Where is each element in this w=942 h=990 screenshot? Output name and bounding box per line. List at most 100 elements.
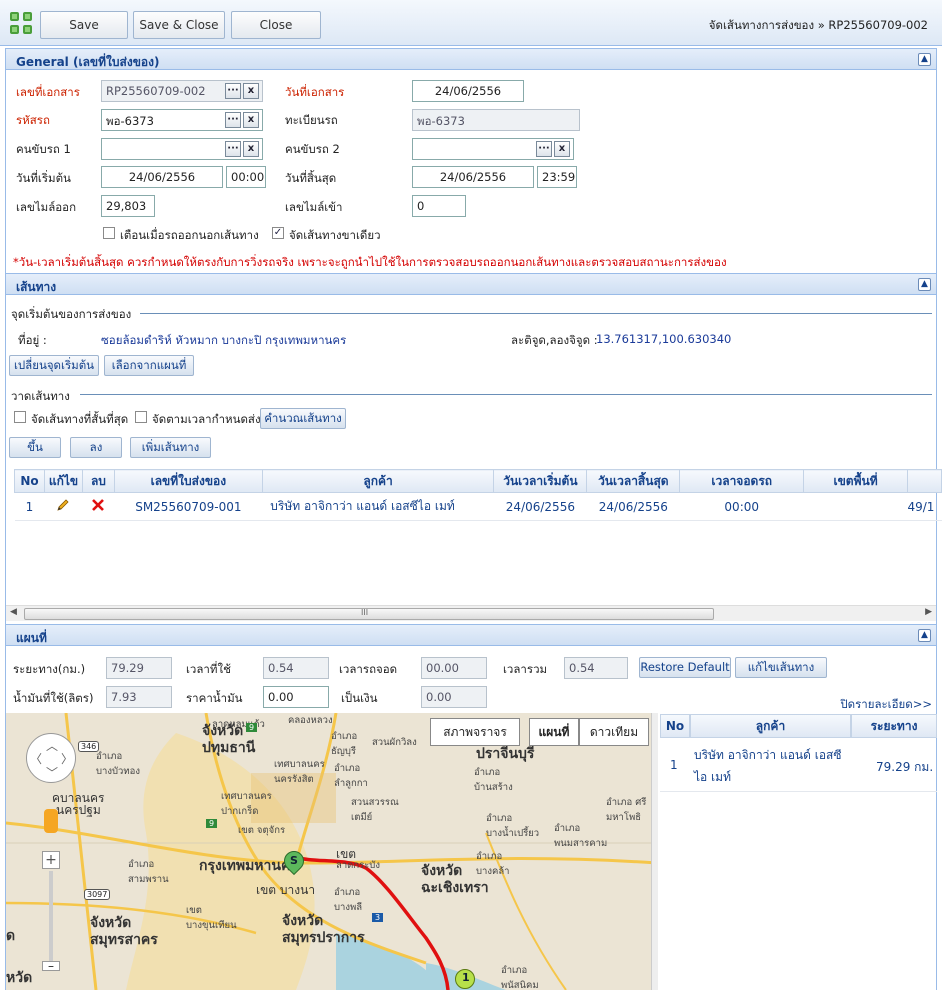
grid-menu-icon[interactable] — [10, 12, 34, 36]
shortest-label: จัดเส้นทางที่สั้นที่สุด — [31, 412, 129, 426]
doc-no-field[interactable]: RP25560709-002 ··· x — [101, 80, 263, 102]
time-field: 0.54 — [263, 657, 329, 679]
col-start[interactable]: วันเวลาเริ่มต้น — [493, 469, 588, 493]
row-zone-empty — [803, 492, 908, 521]
park-field: 00.00 — [421, 657, 487, 679]
edit-pencil-icon[interactable] — [44, 492, 83, 521]
start-date-field[interactable]: 24/06/2556 — [101, 166, 223, 188]
latlng-value: 13.761317,100.630340 — [596, 332, 732, 346]
collapse-general-icon[interactable]: ▲ — [918, 53, 931, 66]
map-label-bangbuathong: อำเภอ บางบัวทอง — [96, 751, 140, 777]
map-label-nakhon-city: คบาลนคร — [52, 791, 105, 805]
clear-driver2-button[interactable]: x — [554, 141, 570, 157]
rcol-distance[interactable]: ระยะทาง — [851, 714, 937, 738]
col-doc-no[interactable]: เลขที่ใบส่งของ — [113, 469, 263, 493]
driver1-field[interactable]: ··· x — [101, 138, 263, 160]
pick-from-map-button[interactable]: เลือกจากแผนที่ — [104, 355, 194, 376]
browse-car-button[interactable]: ··· — [225, 112, 241, 128]
mile-out-label: เลขไมล์ออก — [16, 200, 77, 214]
pan-right-icon[interactable]: 〉 — [61, 750, 73, 767]
price-field[interactable]: 0.00 — [263, 686, 329, 708]
close-button[interactable]: Close — [231, 11, 321, 39]
shortest-checkbox[interactable] — [14, 411, 26, 423]
col-end[interactable]: วันเวลาสิ้นสุด — [586, 469, 681, 493]
pan-control[interactable]: ︿ ﹀ 〈 〉 — [26, 733, 76, 783]
end-time-field[interactable]: 23:59 — [537, 166, 577, 188]
pan-left-icon[interactable]: 〈 — [30, 750, 42, 767]
clear-car-button[interactable]: x — [243, 112, 259, 128]
col-zone[interactable]: เขตพื้นที่ — [803, 469, 908, 493]
edit-route-button[interactable]: แก้ไขเส้นทาง — [735, 657, 827, 678]
address-value: ซอยล้อมดำริห์ หัวหมาก บางกะปิ กรุงเทพมหา… — [101, 333, 347, 347]
zoom-in-icon[interactable]: + — [42, 851, 60, 869]
col-park-time[interactable]: เวลาจอดรถ — [679, 469, 805, 493]
map-view[interactable]: จังหวัด ปทุมธานี กรุงเทพมหานคร จังหวัด ฉ… — [6, 713, 657, 990]
save-button[interactable]: Save — [40, 11, 128, 39]
latlng-label: ละติจูด,ลองจิจูด : — [511, 333, 598, 347]
map-label-thanyaburi: อำเภอ ธัญบุรี — [331, 731, 358, 757]
clear-doc-button[interactable]: x — [243, 83, 259, 99]
change-origin-button[interactable]: เปลี่ยนจุดเริ่มต้น — [9, 355, 99, 376]
browse-doc-button[interactable]: ··· — [225, 83, 241, 99]
calculate-route-button[interactable]: คำนวณเส้นทาง — [260, 408, 346, 429]
hide-detail-link[interactable]: ปิดรายละเอียด>> — [840, 696, 932, 714]
street-view-pegman-icon[interactable] — [44, 809, 58, 833]
col-customer[interactable]: ลูกค้า — [261, 469, 495, 493]
move-up-button[interactable]: ขึ้น — [9, 437, 61, 458]
scroll-right-icon[interactable]: ▶ — [925, 607, 932, 617]
end-date-field[interactable]: 24/06/2556 — [412, 166, 534, 188]
map-label-bangkhla: อำเภอ บางคล้า — [476, 851, 510, 877]
map-label-khet: เขต — [336, 847, 357, 861]
collapse-map-icon[interactable]: ▲ — [918, 629, 931, 642]
start-marker-label: S — [290, 854, 298, 867]
traffic-toggle[interactable]: สภาพจราจร — [430, 718, 520, 746]
map-label-bangphli: อำเภอ บางพลี — [334, 887, 363, 913]
warn-checkbox[interactable] — [103, 227, 115, 239]
horizontal-scrollbar[interactable]: ◀ III ▶ — [6, 605, 936, 621]
col-edit[interactable]: แก้ไข — [43, 469, 83, 493]
move-down-button[interactable]: ลง — [70, 437, 122, 458]
map-label-samphran: อำเภอ สามพราน — [128, 859, 169, 885]
table-row[interactable]: 1 SM25560709-001 บริษัท อาจิกาว่า แอนด์ … — [14, 492, 942, 521]
start-time-field[interactable]: 00:00 — [226, 166, 266, 188]
scrollbar-thumb[interactable]: III — [24, 608, 714, 620]
map-label-si-mahaphot: อำเภอ ศรี มหาโพธิ — [606, 797, 647, 823]
table-row[interactable]: 1 บริษัท อาจิกาว่า แอนด์ เอสซีไอ เมท์ 79… — [660, 738, 937, 792]
scroll-left-icon[interactable]: ◀ — [10, 607, 17, 617]
map-label-lamlukka: อำเภอ ลำลูกกา — [334, 763, 368, 789]
col-delete[interactable]: ลบ — [81, 469, 115, 493]
pan-down-icon[interactable]: ﹀ — [46, 764, 58, 781]
zoom-slider[interactable] — [49, 871, 53, 971]
map-label-prachin: ปราจีนบุรี — [476, 746, 535, 762]
row-end: 24/06/2556 — [586, 492, 680, 521]
mile-in-field[interactable]: 0 — [412, 195, 466, 217]
save-close-button[interactable]: Save & Close — [133, 11, 225, 39]
rrow-customer: บริษัท อาจิกาว่า แอนด์ เอสซีไอ เมท์ — [694, 748, 842, 784]
browse-driver1-button[interactable]: ··· — [225, 141, 241, 157]
browse-driver2-button[interactable]: ··· — [536, 141, 552, 157]
col-no[interactable]: No — [14, 469, 45, 493]
oneway-checkbox[interactable]: ✓ — [272, 227, 284, 239]
map-splitter[interactable] — [651, 713, 658, 990]
map-label-samutprakan: จังหวัด สมุทรปราการ — [282, 913, 365, 946]
car-code-field[interactable]: พอ-6373 ··· x — [101, 109, 263, 131]
bytime-checkbox[interactable] — [135, 411, 147, 423]
add-route-button[interactable]: เพิ่มเส้นทาง — [130, 437, 211, 458]
driver2-field[interactable]: ··· x — [412, 138, 574, 160]
rcol-customer[interactable]: ลูกค้า — [690, 714, 851, 738]
road-shield-346: 346 — [78, 741, 100, 752]
map-type-satellite[interactable]: ดาวเทียม — [579, 718, 649, 746]
map-type-map[interactable]: แผนที่ — [529, 718, 579, 746]
delete-x-icon[interactable] — [82, 492, 115, 521]
mile-out-field[interactable]: 29,803 — [101, 195, 155, 217]
restore-default-button[interactable]: Restore Default — [639, 657, 731, 678]
oneway-label: จัดเส้นทางขาเดียว — [289, 228, 381, 242]
map-label-bangna: เขต บางนา — [256, 883, 316, 897]
map-label-pakkret: เทศบาลนคร ปากเกร็ด — [221, 791, 272, 817]
pan-up-icon[interactable]: ︿ — [46, 737, 58, 754]
clear-driver1-button[interactable]: x — [243, 141, 259, 157]
doc-date-field[interactable]: 24/06/2556 — [412, 80, 524, 102]
collapse-route-icon[interactable]: ▲ — [918, 278, 931, 291]
zoom-handle[interactable]: – — [42, 960, 60, 972]
rcol-no[interactable]: No — [660, 714, 690, 738]
